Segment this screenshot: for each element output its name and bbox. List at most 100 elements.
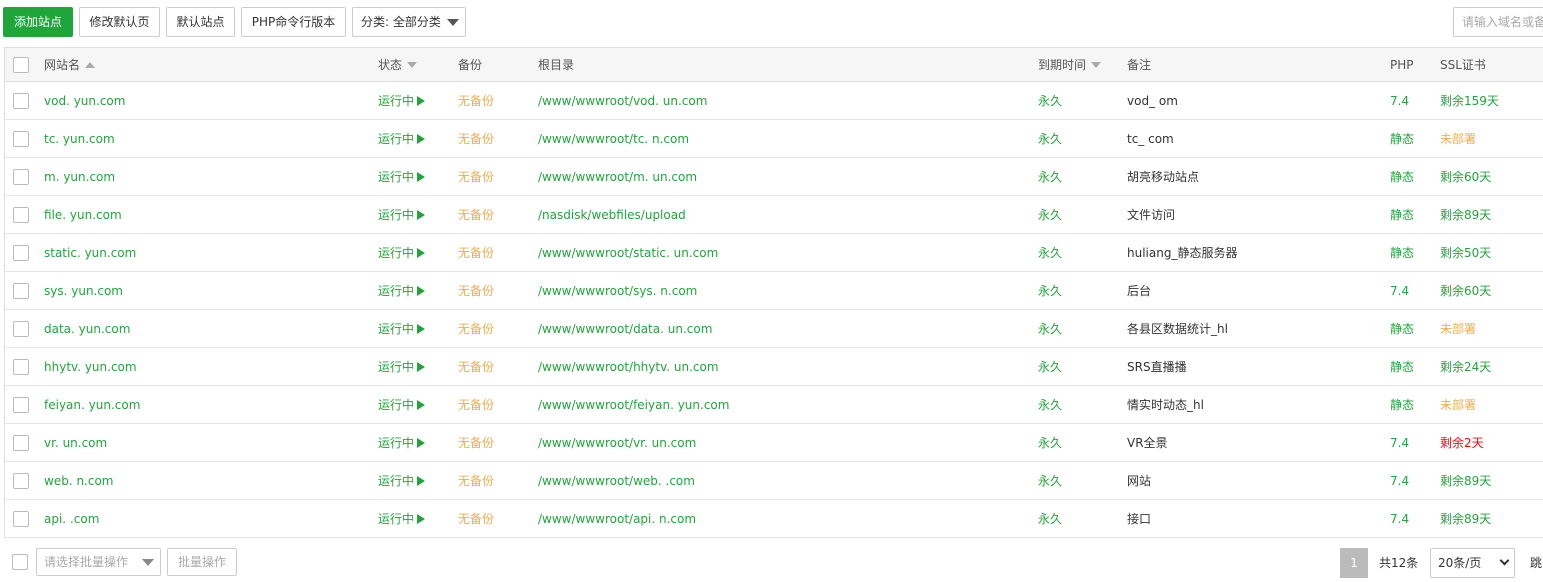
- site-status-toggle[interactable]: 运行中: [378, 120, 448, 157]
- header-expire[interactable]: 到期时间: [1038, 48, 1118, 81]
- add-site-button[interactable]: 添加站点: [3, 7, 73, 37]
- site-status-toggle[interactable]: 运行中: [378, 234, 448, 271]
- remark-text[interactable]: VR全景: [1127, 424, 1387, 461]
- expire-link[interactable]: 永久: [1038, 424, 1118, 461]
- remark-text[interactable]: 胡亮移动站点: [1127, 158, 1387, 195]
- root-path-link[interactable]: /www/wwwroot/api. n.com: [538, 500, 1018, 537]
- remark-text[interactable]: huliang_静态服务器: [1127, 234, 1387, 271]
- php-version-link[interactable]: 静态: [1390, 196, 1435, 233]
- php-version-link[interactable]: 7.4: [1390, 424, 1435, 461]
- row-checkbox[interactable]: [13, 358, 29, 375]
- expire-link[interactable]: 永久: [1038, 120, 1118, 157]
- root-path-link[interactable]: /www/wwwroot/hhytv. un.com: [538, 348, 1018, 385]
- remark-text[interactable]: 接口: [1127, 500, 1387, 537]
- root-path-link[interactable]: /nasdisk/webfiles/upload: [538, 196, 1018, 233]
- php-version-link[interactable]: 7.4: [1390, 462, 1435, 499]
- site-name-link[interactable]: file. yun.com: [44, 196, 364, 233]
- root-path-link[interactable]: /www/wwwroot/data. un.com: [538, 310, 1018, 347]
- row-checkbox[interactable]: [13, 244, 29, 261]
- remark-text[interactable]: tc_ com: [1127, 120, 1387, 157]
- remark-text[interactable]: vod_ om: [1127, 82, 1387, 119]
- root-path-link[interactable]: /www/wwwroot/static. un.com: [538, 234, 1018, 271]
- root-path-link[interactable]: /www/wwwroot/sys. n.com: [538, 272, 1018, 309]
- search-input[interactable]: 请输入域名或备注: [1453, 7, 1543, 37]
- expire-link[interactable]: 永久: [1038, 386, 1118, 423]
- default-site-button[interactable]: 默认站点: [166, 7, 235, 37]
- backup-link[interactable]: 无备份: [458, 310, 528, 347]
- ssl-status-link[interactable]: 剩余89天: [1440, 500, 1540, 537]
- ssl-status-link[interactable]: 剩余60天: [1440, 272, 1540, 309]
- site-status-toggle[interactable]: 运行中: [378, 500, 448, 537]
- row-checkbox[interactable]: [13, 168, 29, 185]
- site-name-link[interactable]: m. yun.com: [44, 158, 364, 195]
- site-status-toggle[interactable]: 运行中: [378, 348, 448, 385]
- php-version-link[interactable]: 7.4: [1390, 500, 1435, 537]
- row-checkbox[interactable]: [13, 472, 29, 489]
- site-name-link[interactable]: static. yun.com: [44, 234, 364, 271]
- ssl-status-link[interactable]: 剩余159天: [1440, 82, 1540, 119]
- expire-link[interactable]: 永久: [1038, 82, 1118, 119]
- batch-operation-select[interactable]: 请选择批量操作: [36, 548, 161, 576]
- ssl-status-link[interactable]: 未部署: [1440, 310, 1540, 347]
- backup-link[interactable]: 无备份: [458, 82, 528, 119]
- site-name-link[interactable]: api. .com: [44, 500, 364, 537]
- backup-link[interactable]: 无备份: [458, 196, 528, 233]
- site-name-link[interactable]: vr. un.com: [44, 424, 364, 461]
- remark-text[interactable]: 后台: [1127, 272, 1387, 309]
- backup-link[interactable]: 无备份: [458, 234, 528, 271]
- site-status-toggle[interactable]: 运行中: [378, 310, 448, 347]
- row-checkbox[interactable]: [13, 434, 29, 451]
- edit-default-page-button[interactable]: 修改默认页: [79, 7, 160, 37]
- backup-link[interactable]: 无备份: [458, 120, 528, 157]
- remark-text[interactable]: 各县区数据统计_hl: [1127, 310, 1387, 347]
- backup-link[interactable]: 无备份: [458, 386, 528, 423]
- site-name-link[interactable]: feiyan. yun.com: [44, 386, 364, 423]
- ssl-status-link[interactable]: 剩余50天: [1440, 234, 1540, 271]
- site-name-link[interactable]: data. yun.com: [44, 310, 364, 347]
- ssl-status-link[interactable]: 剩余89天: [1440, 462, 1540, 499]
- remark-text[interactable]: 文件访问: [1127, 196, 1387, 233]
- site-name-link[interactable]: hhytv. yun.com: [44, 348, 364, 385]
- php-cli-version-button[interactable]: PHP命令行版本: [241, 7, 346, 37]
- php-version-link[interactable]: 7.4: [1390, 82, 1435, 119]
- row-checkbox[interactable]: [13, 320, 29, 337]
- page-size-select[interactable]: 20条/页: [1430, 548, 1515, 578]
- row-checkbox[interactable]: [13, 130, 29, 147]
- expire-link[interactable]: 永久: [1038, 462, 1118, 499]
- php-version-link[interactable]: 静态: [1390, 158, 1435, 195]
- header-status[interactable]: 状态: [378, 48, 448, 81]
- row-checkbox[interactable]: [13, 282, 29, 299]
- backup-link[interactable]: 无备份: [458, 462, 528, 499]
- backup-link[interactable]: 无备份: [458, 500, 528, 537]
- root-path-link[interactable]: /www/wwwroot/m. un.com: [538, 158, 1018, 195]
- header-name[interactable]: 网站名: [44, 48, 364, 81]
- ssl-status-link[interactable]: 剩余60天: [1440, 158, 1540, 195]
- expire-link[interactable]: 永久: [1038, 196, 1118, 233]
- site-status-toggle[interactable]: 运行中: [378, 82, 448, 119]
- site-status-toggle[interactable]: 运行中: [378, 462, 448, 499]
- footer-select-all-checkbox[interactable]: [12, 554, 28, 570]
- site-status-toggle[interactable]: 运行中: [378, 386, 448, 423]
- site-name-link[interactable]: web. n.com: [44, 462, 364, 499]
- backup-link[interactable]: 无备份: [458, 272, 528, 309]
- ssl-status-link[interactable]: 剩余24天: [1440, 348, 1540, 385]
- site-name-link[interactable]: sys. yun.com: [44, 272, 364, 309]
- site-status-toggle[interactable]: 运行中: [378, 196, 448, 233]
- backup-link[interactable]: 无备份: [458, 348, 528, 385]
- site-status-toggle[interactable]: 运行中: [378, 272, 448, 309]
- php-version-link[interactable]: 静态: [1390, 120, 1435, 157]
- expire-link[interactable]: 永久: [1038, 158, 1118, 195]
- remark-text[interactable]: 情实时动态_hl: [1127, 386, 1387, 423]
- expire-link[interactable]: 永久: [1038, 310, 1118, 347]
- root-path-link[interactable]: /www/wwwroot/tc. n.com: [538, 120, 1018, 157]
- select-all-checkbox[interactable]: [13, 56, 29, 73]
- row-checkbox[interactable]: [13, 510, 29, 527]
- batch-operation-button[interactable]: 批量操作: [167, 548, 237, 576]
- ssl-status-link[interactable]: 剩余2天: [1440, 424, 1540, 461]
- root-path-link[interactable]: /www/wwwroot/web. .com: [538, 462, 1018, 499]
- ssl-status-link[interactable]: 剩余89天: [1440, 196, 1540, 233]
- root-path-link[interactable]: /www/wwwroot/vr. un.com: [538, 424, 1018, 461]
- backup-link[interactable]: 无备份: [458, 158, 528, 195]
- php-version-link[interactable]: 静态: [1390, 348, 1435, 385]
- php-version-link[interactable]: 静态: [1390, 386, 1435, 423]
